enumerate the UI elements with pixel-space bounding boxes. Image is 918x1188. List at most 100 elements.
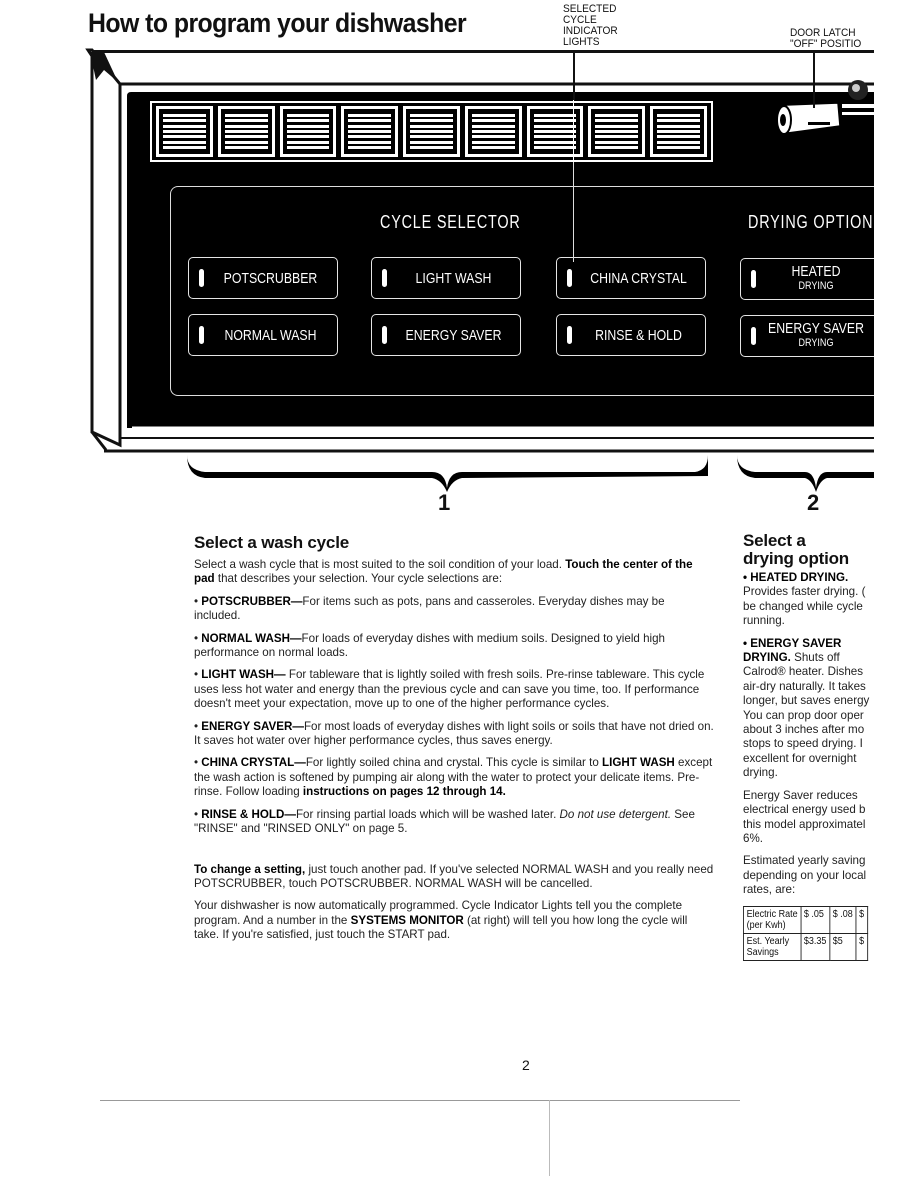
- footer-rule: [100, 1100, 740, 1101]
- indicator-light: [382, 326, 387, 344]
- display-segment: [595, 114, 639, 118]
- display-segment: [286, 135, 330, 139]
- page-number: 2: [522, 1057, 530, 1073]
- display-segment: [410, 114, 453, 118]
- display-digit: [403, 106, 460, 157]
- display-segment: [286, 124, 330, 128]
- step-number-2: 2: [807, 490, 820, 515]
- indicator-light: [199, 269, 204, 287]
- indicator-light: [382, 269, 387, 287]
- cycle-item-potscrubber: • POTSCRUBBER—For items such as pots, pa…: [194, 594, 665, 623]
- panel-left-side: [85, 48, 122, 448]
- pad-label: CHINA CRYSTAL: [590, 269, 687, 287]
- display-segment: [224, 135, 268, 139]
- drying-section-heading: Select a drying option: [743, 532, 849, 568]
- indicator-light: [751, 327, 756, 345]
- display-segment: [163, 119, 206, 123]
- display-digit: [588, 106, 646, 157]
- display-segment: [471, 140, 515, 144]
- table-row: Electric Rate (per Kwh) $ .05 $ .08 $: [743, 905, 868, 934]
- display-segment: [410, 129, 453, 133]
- display-segment: [533, 135, 577, 139]
- display-digit: [156, 106, 213, 157]
- display-segment: [595, 145, 639, 149]
- display-segment: [348, 135, 392, 139]
- pad-sublabel: DRYING: [798, 337, 834, 349]
- display-segment: [410, 124, 453, 128]
- table-cell: $5: [829, 932, 857, 961]
- display-segment: [410, 119, 453, 123]
- cycle-item-energy-saver: • ENERGY SAVER—For most loads of everyda…: [194, 719, 714, 748]
- table-cell: $ .08: [829, 905, 857, 934]
- cycle-item-rinse-hold: • RINSE & HOLD—For rinsing partial loads…: [194, 807, 695, 836]
- pad-label: POTSCRUBBER: [223, 269, 318, 287]
- display-segment: [163, 140, 206, 144]
- table-cell: $: [855, 932, 868, 961]
- drying-item-energy-saver: • ENERGY SAVER DRYING. Shuts off Calrod®…: [743, 636, 870, 780]
- cycle-selector-label: CYCLE SELECTOR: [380, 212, 521, 232]
- table-row-header: Est. Yearly Savings: [743, 932, 802, 961]
- display-segment: [348, 129, 392, 133]
- pad-china-crystal[interactable]: CHINA CRYSTAL: [556, 257, 706, 299]
- display-segment: [224, 129, 268, 133]
- indicator-light: [567, 326, 572, 344]
- display-segment: [163, 135, 206, 139]
- step-number-1: 1: [438, 490, 451, 515]
- display-segment: [286, 129, 330, 133]
- display-digit: [526, 106, 584, 157]
- display-segment: [471, 129, 515, 133]
- leader-line-lights: [573, 50, 575, 100]
- brace-drying-option: [737, 455, 874, 492]
- display-digit: [217, 106, 275, 157]
- display-segment: [595, 119, 639, 123]
- display-segment: [533, 129, 577, 133]
- display-segment: [348, 140, 392, 144]
- display-segment: [471, 145, 515, 149]
- display-segment: [348, 124, 392, 128]
- display-segment: [657, 124, 701, 128]
- pad-label: RINSE & HOLD: [595, 326, 682, 344]
- display-segment: [657, 135, 701, 139]
- cycle-item-light-wash: • LIGHT WASH— For tableware that is ligh…: [194, 668, 705, 711]
- display-segment: [595, 129, 639, 133]
- display-segment: [657, 140, 701, 144]
- display-segment: [657, 145, 701, 149]
- wash-intro: Select a wash cycle that is most suited …: [194, 558, 693, 586]
- panel-top-edge: [88, 50, 874, 53]
- display-segment: [348, 114, 392, 118]
- pad-potscrubber[interactable]: POTSCRUBBER: [188, 257, 338, 299]
- indicator-light: [199, 326, 204, 344]
- pad-heated-drying[interactable]: HEATED DRYING: [740, 258, 890, 300]
- indicator-light: [567, 269, 572, 287]
- display-segment: [224, 119, 268, 123]
- pad-energy-saver-drying[interactable]: ENERGY SAVER DRYING: [740, 315, 890, 357]
- cycle-item-china-crystal: • CHINA CRYSTAL—For lightly soiled china…: [194, 756, 713, 799]
- table-row: Est. Yearly Savings $3.35 $5 $: [743, 932, 868, 961]
- table-row-header: Electric Rate (per Kwh): [743, 905, 802, 934]
- display-digit: [279, 106, 337, 157]
- pad-energy-saver[interactable]: ENERGY SAVER: [371, 314, 521, 356]
- display-segment: [163, 114, 206, 118]
- display-segment: [657, 119, 701, 123]
- pad-label: ENERGY SAVER: [405, 326, 502, 344]
- wash-section-heading: Select a wash cycle: [194, 533, 349, 552]
- pad-label: HEATED: [791, 263, 841, 280]
- systems-monitor-display: [150, 101, 713, 162]
- table-cell: $3.35: [800, 932, 831, 961]
- pad-light-wash[interactable]: LIGHT WASH: [371, 257, 521, 299]
- display-segment: [224, 140, 268, 144]
- display-segment: [533, 114, 577, 118]
- display-segment: [348, 145, 392, 149]
- table-cell: $: [855, 905, 868, 934]
- display-segment: [224, 145, 268, 149]
- auto-program-note: Your dishwasher is now automatically pro…: [194, 899, 688, 942]
- display-segment: [595, 135, 639, 139]
- pad-rinse-hold[interactable]: RINSE & HOLD: [556, 314, 706, 356]
- display-segment: [163, 145, 206, 149]
- display-segment: [595, 140, 639, 144]
- display-segment: [657, 129, 701, 133]
- pad-normal-wash[interactable]: NORMAL WASH: [188, 314, 338, 356]
- cycle-item-normal-wash: • NORMAL WASH—For loads of everyday dish…: [194, 631, 665, 660]
- display-segment: [471, 114, 515, 118]
- energy-reduction-note: Energy Saver reduces electrical energy u…: [743, 788, 866, 845]
